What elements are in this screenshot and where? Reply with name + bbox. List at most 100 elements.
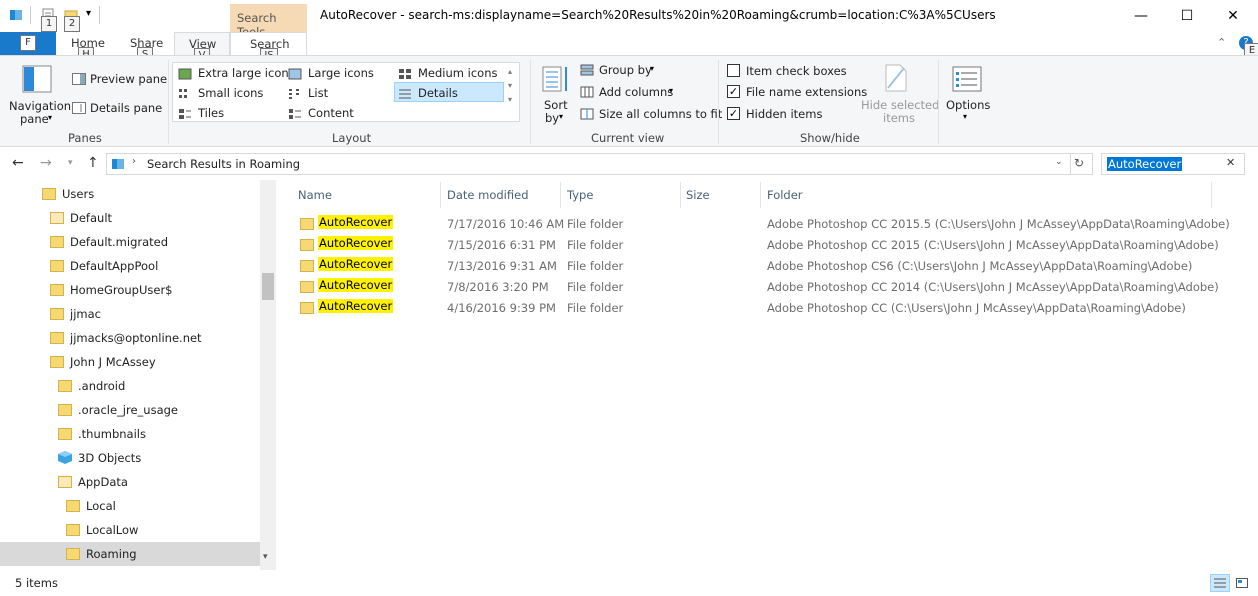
show-hide-group-label: Show/hide: [800, 131, 860, 145]
layout-scroll-arrows[interactable]: ▴ ▾ ▾: [508, 65, 512, 107]
column-header-name[interactable]: Name: [298, 188, 332, 202]
layout-large[interactable]: Large icons: [308, 66, 374, 80]
file-date: 4/16/2016 9:39 PM: [447, 301, 556, 315]
refresh-icon[interactable]: ↻: [1074, 156, 1084, 170]
close-button[interactable]: ✕: [1210, 0, 1256, 32]
file-folder: Adobe Photoshop CC 2015.5 (C:\Users\John…: [767, 217, 1230, 231]
column-header-folder[interactable]: Folder: [767, 188, 803, 202]
file-type: File folder: [567, 217, 624, 231]
tree-item[interactable]: AppData: [0, 470, 260, 494]
up-arrow-icon[interactable]: ↑: [87, 155, 99, 171]
tree-item[interactable]: HomeGroupUser$: [0, 278, 260, 302]
tree-item[interactable]: Users: [0, 182, 260, 206]
layout-small[interactable]: Small icons: [198, 86, 263, 100]
options-button[interactable]: Options: [946, 98, 990, 112]
tree-item[interactable]: Default: [0, 206, 260, 230]
add-columns-icon: [580, 86, 594, 98]
file-folder: Adobe Photoshop CC 2015 (C:\Users\John J…: [767, 238, 1219, 252]
column-header-size[interactable]: Size: [686, 188, 710, 202]
tree-item[interactable]: Default.migrated: [0, 230, 260, 254]
tree-item-label: John J McAssey: [70, 355, 156, 369]
maximize-button[interactable]: ☐: [1164, 0, 1210, 32]
tab-search[interactable]: Search JS: [230, 32, 307, 64]
tree-item[interactable]: .thumbnails: [0, 422, 260, 446]
column-divider[interactable]: [560, 182, 561, 208]
navigation-pane-button[interactable]: Navigation: [9, 99, 71, 113]
back-arrow-icon[interactable]: ←: [12, 155, 24, 171]
column-divider[interactable]: [440, 182, 441, 208]
forward-arrow-icon[interactable]: →: [40, 155, 52, 171]
column-header-type[interactable]: Type: [567, 188, 593, 202]
tree-item[interactable]: jjmac: [0, 302, 260, 326]
tree-item[interactable]: .oracle_jre_usage: [0, 398, 260, 422]
table-row[interactable]: AutoRecover 7/8/2016 3:20 PM File folder Ad…: [296, 276, 1236, 297]
sort-by-button[interactable]: Sort: [544, 98, 568, 112]
layout-details[interactable]: Details: [418, 86, 458, 100]
breadcrumb[interactable]: Search Results in Roaming: [147, 157, 300, 171]
tab-file[interactable]: F: [0, 32, 56, 55]
nav-scrollbar[interactable]: ▾: [260, 180, 276, 570]
column-divider[interactable]: [1211, 182, 1212, 208]
address-bar[interactable]: › Search Results in Roaming ⌄ ↻: [106, 153, 1093, 175]
clear-search-icon[interactable]: ✕: [1226, 156, 1235, 169]
qat-divider: [30, 6, 31, 24]
tree-item-label: 3D Objects: [78, 451, 142, 465]
nav-scrollbar-thumb[interactable]: [262, 273, 274, 300]
breadcrumb-chevron-icon[interactable]: ›: [132, 156, 136, 167]
folder-icon: [300, 239, 314, 251]
details-view-icon: [1214, 578, 1226, 588]
preview-pane-button[interactable]: Preview pane: [90, 72, 167, 86]
recent-locations-icon[interactable]: ▾: [68, 158, 73, 168]
group-by-button[interactable]: Group by: [599, 63, 652, 77]
file-name: AutoRecover: [318, 215, 394, 229]
tree-item-label: Default: [70, 211, 113, 225]
tree-item[interactable]: .android: [0, 374, 260, 398]
minimize-button[interactable]: —: [1118, 0, 1164, 32]
layout-list[interactable]: List: [308, 86, 328, 100]
add-columns-button[interactable]: Add columns: [599, 85, 673, 99]
layout-content[interactable]: Content: [308, 106, 354, 120]
table-row[interactable]: AutoRecover 7/17/2016 10:46 AM File folder…: [296, 213, 1236, 234]
layout-extra-large[interactable]: Extra large icons: [198, 66, 295, 80]
title-bar: 1 2 ▾ Search Tools AutoRecover - search-…: [0, 0, 1258, 39]
address-divider: [1070, 154, 1071, 174]
tree-item[interactable]: LocalLow: [0, 518, 260, 542]
layout-tiles[interactable]: Tiles: [198, 106, 224, 120]
table-row[interactable]: AutoRecover 7/13/2016 9:31 AM File folder A…: [296, 255, 1236, 276]
folder-icon: [300, 260, 314, 272]
size-all-columns-button[interactable]: Size all columns to fit: [599, 107, 722, 121]
folder-icon: [50, 308, 64, 320]
details-view-button[interactable]: [1210, 574, 1230, 592]
column-divider[interactable]: [680, 182, 681, 208]
folder-icon: [50, 332, 64, 344]
navigation-pane-dropdown-icon: ▾: [48, 113, 53, 122]
qat-customize-icon[interactable]: ▾: [86, 8, 91, 19]
file-name-extensions-checkbox[interactable]: ✓: [727, 85, 740, 98]
column-divider[interactable]: [760, 182, 761, 208]
navigation-pane-label-2: pane: [20, 112, 49, 126]
hidden-items-checkbox[interactable]: ✓: [727, 107, 740, 120]
tree-item[interactable]: Roaming: [0, 542, 260, 566]
file-date: 7/13/2016 9:31 AM: [447, 259, 557, 273]
table-row[interactable]: AutoRecover 7/15/2016 6:31 PM File folder A…: [296, 234, 1236, 255]
tab-view[interactable]: View V: [174, 32, 230, 64]
folder-icon: [42, 188, 56, 200]
tree-item[interactable]: jjmacks@optonline.net: [0, 326, 260, 350]
address-dropdown-icon[interactable]: ⌄: [1055, 157, 1063, 167]
table-row[interactable]: AutoRecover 4/16/2016 9:39 PM File folder A…: [296, 297, 1236, 318]
column-header-date[interactable]: Date modified: [447, 188, 529, 202]
layout-medium[interactable]: Medium icons: [418, 66, 497, 80]
tree-item[interactable]: John J McAssey: [0, 350, 260, 374]
hide-selected-button[interactable]: Hide selected: [861, 98, 939, 112]
file-date: 7/17/2016 10:46 AM: [447, 217, 565, 231]
details-pane-button[interactable]: Details pane: [90, 101, 162, 115]
large-icons-view-button[interactable]: [1232, 574, 1252, 592]
options-icon: [952, 66, 982, 92]
tree-item[interactable]: 3D Objects: [0, 446, 260, 470]
search-input[interactable]: AutoRecover ✕: [1101, 153, 1245, 175]
collapse-ribbon-icon[interactable]: ⌃: [1217, 36, 1226, 49]
scroll-down-icon[interactable]: ▾: [263, 552, 268, 562]
item-check-boxes-checkbox[interactable]: [727, 64, 740, 77]
tree-item[interactable]: DefaultAppPool: [0, 254, 260, 278]
tree-item[interactable]: Local: [0, 494, 260, 518]
